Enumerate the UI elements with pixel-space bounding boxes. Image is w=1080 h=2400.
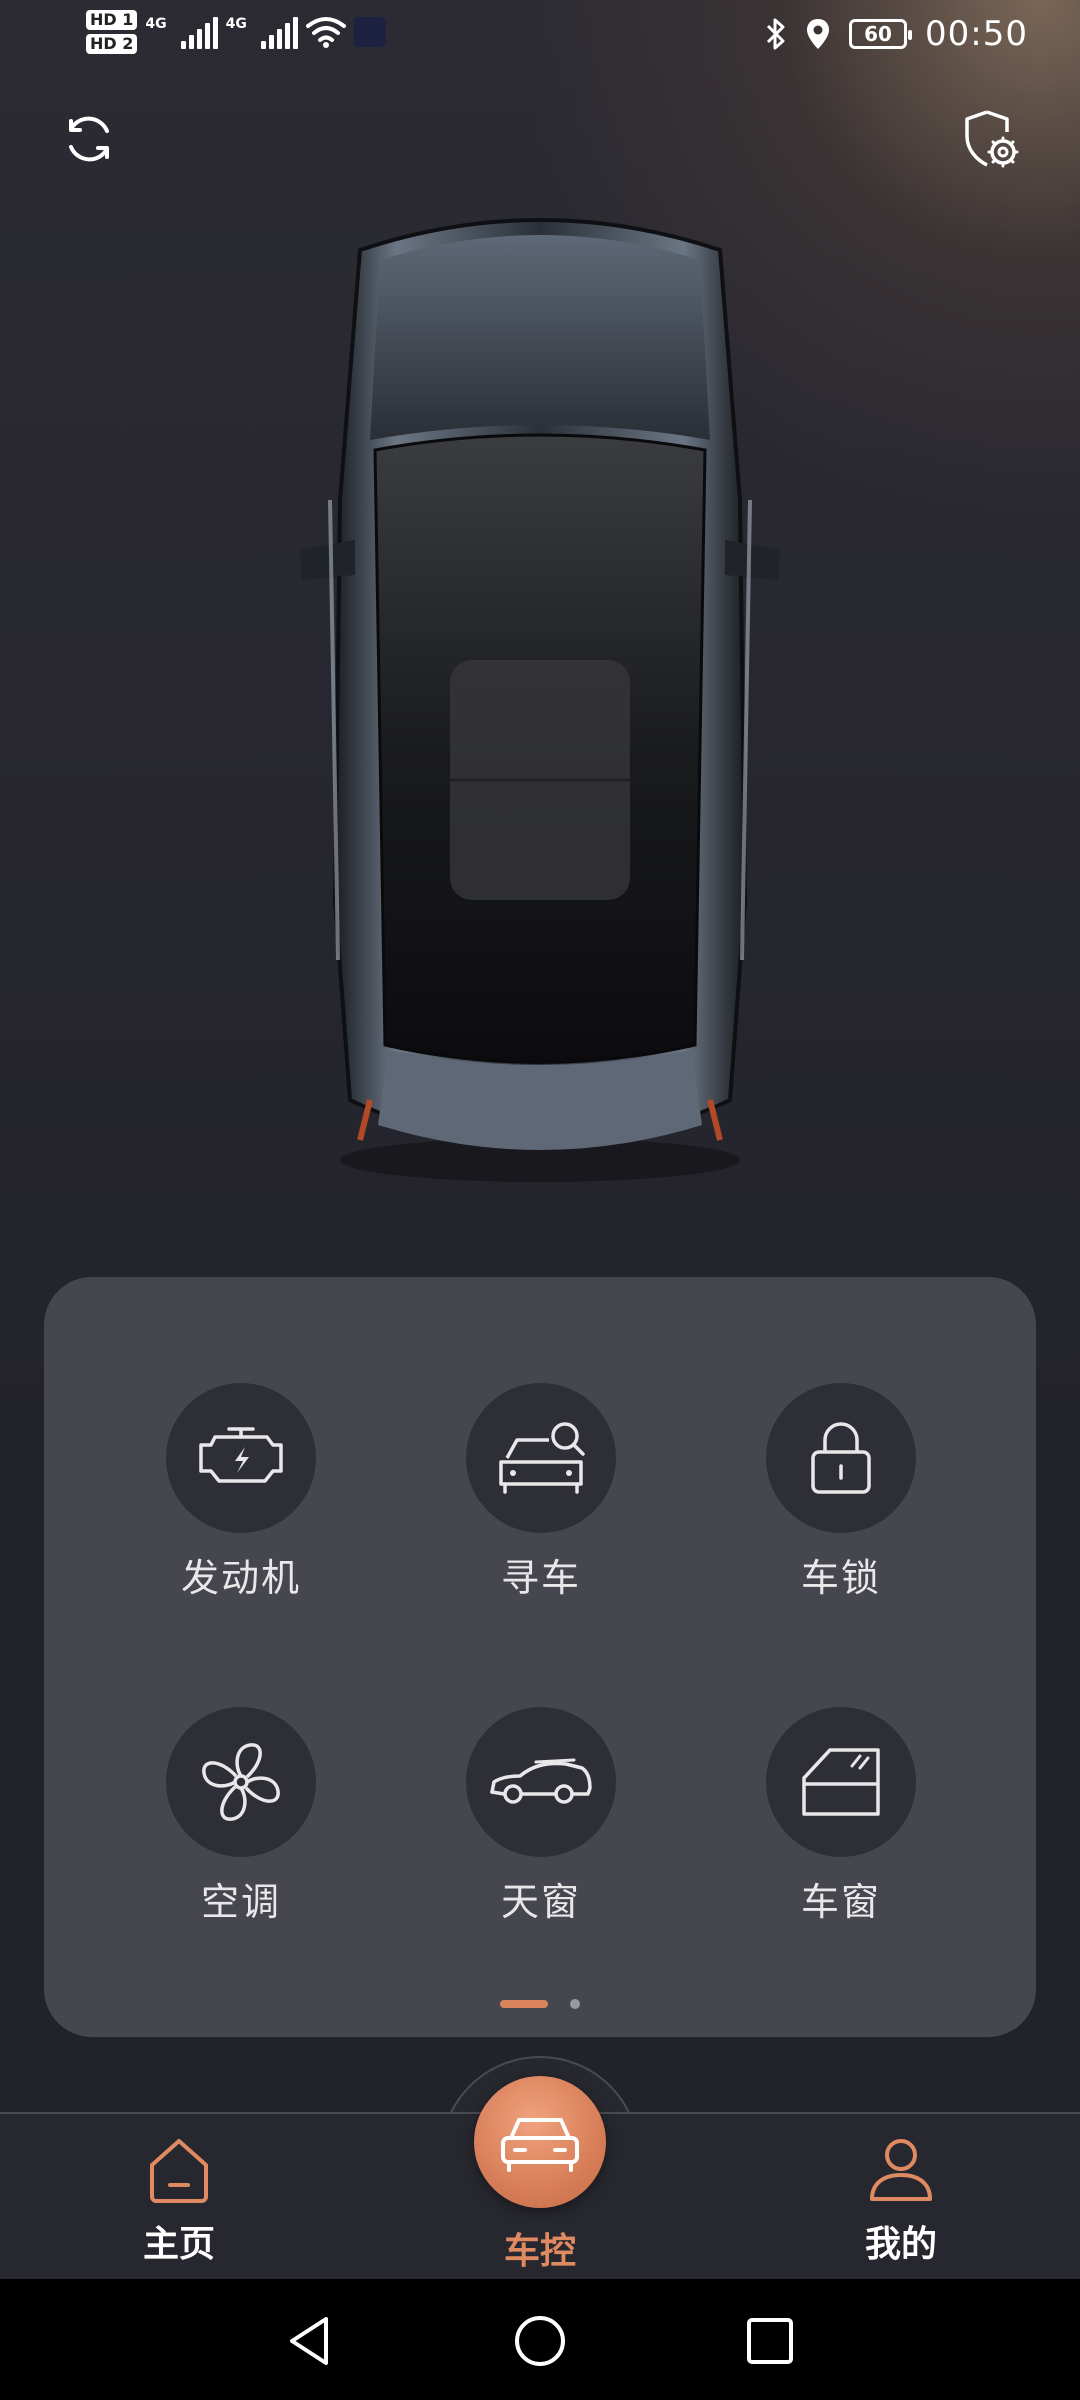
system-navigation-bar: [0, 2279, 1080, 2400]
status-right: 60 00:50: [765, 14, 1028, 54]
wifi-icon: [305, 17, 346, 48]
sim1-badge: HD 1: [86, 10, 138, 30]
clock: 00:50: [925, 14, 1028, 54]
engine-control[interactable]: 发动机: [121, 1383, 361, 1613]
battery-level: 60: [864, 22, 892, 46]
app-notification-icon: [353, 17, 386, 47]
car-icon: [501, 2118, 579, 2172]
nav-mine-label: 我的: [864, 2224, 937, 2265]
status-bar: HD 1 HD 2 4G 4G 60 00:50: [0, 0, 1080, 80]
vehicle-control-panel: 发动机 寻车 车锁 空调 天窗 车窗: [44, 1277, 1036, 2037]
sunroof-car-icon: [490, 1758, 592, 1804]
find-car-icon: [499, 1422, 585, 1494]
square-recents-icon: [747, 2318, 793, 2364]
network-type-2: 4G: [225, 16, 247, 32]
settings-shield-icon: [965, 110, 1019, 168]
circle-home-icon: [515, 2316, 565, 2366]
car-top-view-image: [300, 200, 780, 1200]
nav-home[interactable]: 主页: [79, 2135, 279, 2267]
lock-button[interactable]: [766, 1383, 916, 1533]
user-icon: [870, 2139, 932, 2201]
lock-label: 车锁: [800, 1556, 881, 1600]
sunroof-button[interactable]: [466, 1707, 616, 1857]
lock-icon: [811, 1422, 871, 1494]
sunroof-control[interactable]: 天窗: [421, 1707, 661, 1937]
nav-car-control-button[interactable]: [474, 2076, 606, 2208]
engine-icon: [199, 1427, 283, 1483]
window-icon: [802, 1748, 880, 1816]
sim2-badge: HD 2: [86, 34, 138, 54]
refresh-icon: [69, 116, 109, 162]
home-icon: [150, 2139, 208, 2203]
ac-button[interactable]: [166, 1707, 316, 1857]
back-icon: [290, 2317, 328, 2365]
ac-label: 空调: [200, 1880, 281, 1924]
network-type-1: 4G: [145, 16, 167, 32]
nav-mine[interactable]: 我的: [801, 2135, 1001, 2267]
location-icon: [807, 19, 830, 49]
signal-icon: [260, 15, 298, 49]
window-label: 车窗: [800, 1880, 881, 1924]
page-indicator: [44, 1999, 1036, 2009]
sim-indicators: HD 1 HD 2: [86, 10, 138, 54]
window-button[interactable]: [766, 1707, 916, 1857]
refresh-button[interactable]: [54, 104, 124, 174]
signal-icon: [180, 15, 218, 49]
engine-label: 发动机: [180, 1556, 301, 1600]
page-dot-active: [500, 2000, 548, 2008]
find-car-button[interactable]: [466, 1383, 616, 1533]
battery-indicator: 60: [849, 19, 913, 49]
find-car-label: 寻车: [500, 1556, 581, 1600]
recents-button[interactable]: [730, 2301, 810, 2381]
sunroof-label: 天窗: [500, 1880, 581, 1924]
nav-home-label: 主页: [142, 2224, 215, 2265]
fan-icon: [202, 1743, 280, 1821]
page-dot-inactive[interactable]: [570, 1999, 580, 2009]
home-system-button[interactable]: [500, 2301, 580, 2381]
status-left: HD 1 HD 2 4G 4G: [86, 10, 386, 54]
engine-button[interactable]: [166, 1383, 316, 1533]
settings-button[interactable]: [955, 104, 1025, 174]
back-button[interactable]: [270, 2301, 350, 2381]
find-car-control[interactable]: 寻车: [421, 1383, 661, 1613]
bluetooth-icon: [766, 18, 785, 50]
window-control[interactable]: 车窗: [721, 1707, 961, 1937]
lock-control[interactable]: 车锁: [721, 1383, 961, 1613]
nav-car-control-label[interactable]: 车控: [440, 2222, 640, 2274]
ac-control[interactable]: 空调: [121, 1707, 361, 1937]
